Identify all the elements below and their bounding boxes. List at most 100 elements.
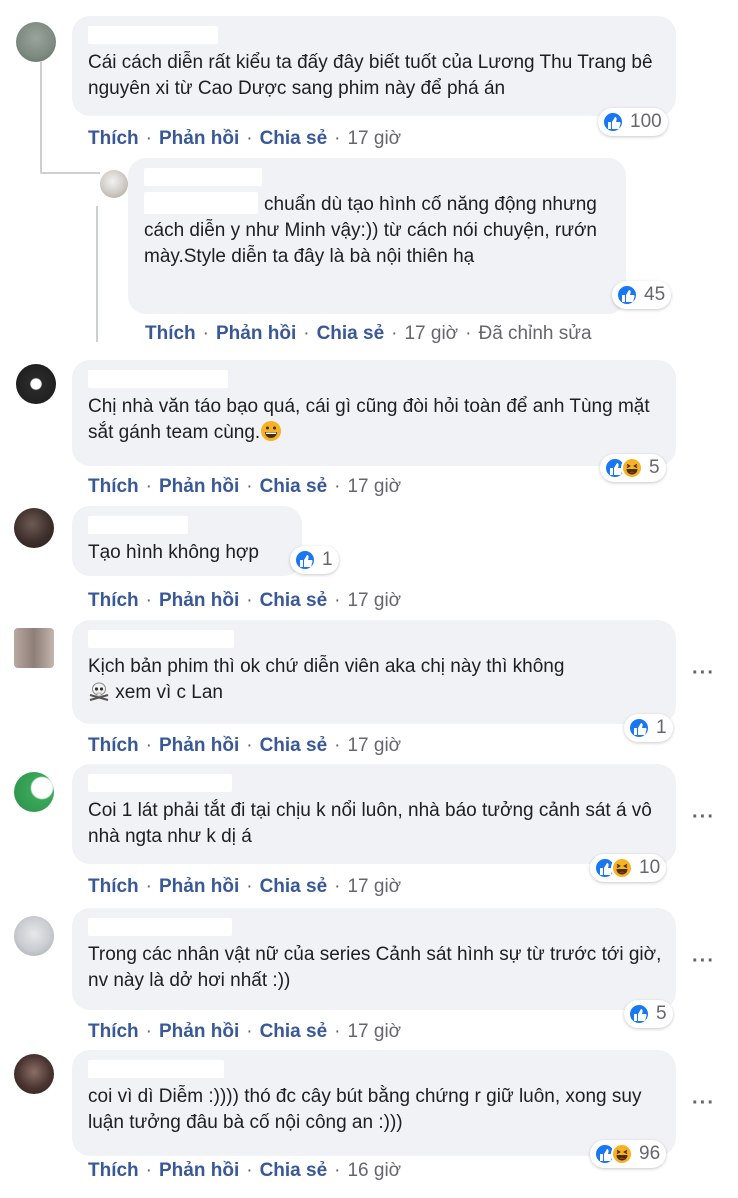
- haha-icon: [611, 1143, 633, 1165]
- timestamp[interactable]: 17 giờ: [347, 590, 401, 611]
- redacted-author-name: [88, 918, 232, 936]
- comment-bubble: Kịch bản phim thì ok chứ diễn viên aka c…: [72, 620, 676, 724]
- reply-button[interactable]: Phản hồi: [159, 876, 239, 897]
- reaction-count: 96: [639, 1143, 661, 1164]
- timestamp[interactable]: 17 giờ: [347, 1021, 401, 1042]
- share-button[interactable]: Chia sẻ: [260, 590, 328, 611]
- haha-icon: [621, 457, 643, 479]
- comment-actions: Thích · Phản hồi · Chia sẻ · 16 giờ: [88, 1160, 402, 1181]
- more-options-icon[interactable]: ···: [692, 950, 715, 973]
- more-options-icon[interactable]: ···: [692, 806, 715, 829]
- redacted-author-name: [88, 516, 188, 534]
- share-button[interactable]: Chia sẻ: [317, 323, 385, 344]
- comment-text: Tạo hình không hợp: [88, 542, 259, 563]
- avatar[interactable]: [16, 364, 56, 404]
- share-button[interactable]: Chia sẻ: [260, 128, 328, 149]
- reaction-summary[interactable]: 45: [612, 281, 672, 309]
- reaction-summary[interactable]: 1: [290, 546, 339, 574]
- comment-text: Kịch bản phim thì ok chứ diễn viên aka c…: [88, 654, 662, 710]
- avatar[interactable]: [14, 772, 54, 812]
- reply-button[interactable]: Phản hồi: [159, 1021, 239, 1042]
- thread-line: [40, 62, 42, 172]
- comment-bubble: Chị nhà văn táo bạo quá, cái gì cũng đòi…: [72, 360, 676, 466]
- comment-text: coi vì dì Diễm :)))) thó đc cây bút bằng…: [88, 1086, 642, 1133]
- reaction-summary[interactable]: 5: [624, 1000, 673, 1028]
- timestamp[interactable]: 17 giờ: [347, 735, 401, 756]
- timestamp[interactable]: 17 giờ: [347, 476, 401, 497]
- reaction-summary[interactable]: 100: [598, 108, 668, 136]
- thread-line-curve: [40, 172, 100, 174]
- share-button[interactable]: Chia sẻ: [260, 735, 328, 756]
- avatar[interactable]: [14, 916, 54, 956]
- share-button[interactable]: Chia sẻ: [260, 476, 328, 497]
- comment-text: Coi 1 lát phải tắt đi tại chịu k nổi luô…: [88, 800, 652, 847]
- reaction-summary[interactable]: 96: [590, 1140, 667, 1168]
- like-button[interactable]: Thích: [88, 476, 139, 497]
- like-button[interactable]: Thích: [145, 323, 196, 344]
- comment-bubble: coi vì dì Diễm :)))) thó đc cây bút bằng…: [72, 1050, 676, 1156]
- reply-button[interactable]: Phản hồi: [159, 590, 239, 611]
- like-icon: [616, 284, 638, 306]
- like-button[interactable]: Thích: [88, 1021, 139, 1042]
- redacted-author-name: [88, 370, 228, 388]
- more-options-icon[interactable]: ···: [692, 1092, 715, 1115]
- reaction-count: 1: [656, 717, 667, 738]
- timestamp[interactable]: 17 giờ: [347, 128, 401, 149]
- reply-button[interactable]: Phản hồi: [159, 1160, 239, 1181]
- reaction-count: 10: [639, 857, 661, 878]
- comment-bubble: chuẩn dù tạo hình cố năng động nhưng các…: [128, 158, 626, 314]
- reply-button[interactable]: Phản hồi: [159, 735, 239, 756]
- comment-bubble: Trong các nhân vật nữ của series Cảnh sá…: [72, 908, 676, 1010]
- skull-crossbones-icon: [88, 680, 110, 710]
- comment-actions: Thích · Phản hồi · Chia sẻ · 17 giờ: [88, 590, 402, 611]
- redacted-author-name: [88, 774, 232, 792]
- comment-bubble: Tạo hình không hợp: [72, 506, 302, 576]
- comment-actions: Thích · Phản hồi · Chia sẻ · 17 giờ: [88, 128, 402, 149]
- share-button[interactable]: Chia sẻ: [260, 1160, 328, 1181]
- thread-line: [96, 206, 98, 342]
- comment-bubble: Coi 1 lát phải tắt đi tại chịu k nổi luô…: [72, 764, 676, 864]
- like-button[interactable]: Thích: [88, 735, 139, 756]
- more-options-icon[interactable]: ···: [692, 662, 715, 685]
- reaction-summary[interactable]: 1: [624, 714, 673, 742]
- edited-label[interactable]: Đã chỉnh sửa: [478, 323, 591, 344]
- timestamp[interactable]: 16 giờ: [347, 1160, 401, 1181]
- like-button[interactable]: Thích: [88, 1160, 139, 1181]
- comment-actions: Thích · Phản hồi · Chia sẻ · 17 giờ: [88, 1021, 402, 1042]
- like-button[interactable]: Thích: [88, 876, 139, 897]
- timestamp[interactable]: 17 giờ: [404, 323, 458, 344]
- redacted-author-name: [144, 168, 262, 186]
- haha-icon: [611, 857, 633, 879]
- like-icon: [628, 717, 650, 739]
- reaction-count: 5: [649, 457, 660, 478]
- comment-actions: Thích · Phản hồi · Chia sẻ · 17 giờ: [88, 735, 402, 756]
- reaction-summary[interactable]: 5: [600, 454, 666, 482]
- share-button[interactable]: Chia sẻ: [260, 876, 328, 897]
- avatar[interactable]: [14, 1054, 54, 1094]
- like-button[interactable]: Thích: [88, 128, 139, 149]
- comment-actions: Thích · Phản hồi · Chia sẻ · 17 giờ: [88, 876, 402, 897]
- timestamp[interactable]: 17 giờ: [347, 876, 401, 897]
- redacted-author-name: [88, 26, 218, 44]
- grinning-emoji-icon: [260, 420, 282, 450]
- avatar[interactable]: [16, 22, 56, 62]
- redacted-author-name: [88, 630, 234, 648]
- reply-button[interactable]: Phản hồi: [216, 323, 296, 344]
- avatar[interactable]: [14, 508, 54, 548]
- avatar[interactable]: [100, 170, 128, 198]
- comment-text: Trong các nhân vật nữ của series Cảnh sá…: [88, 944, 662, 991]
- reaction-summary[interactable]: 10: [590, 854, 667, 882]
- share-button[interactable]: Chia sẻ: [260, 1021, 328, 1042]
- comment-text: Chị nhà văn táo bạo quá, cái gì cũng đòi…: [88, 394, 662, 450]
- reply-button[interactable]: Phản hồi: [159, 476, 239, 497]
- comment-text: Cái cách diễn rất kiểu ta đấy đây biết t…: [88, 52, 653, 99]
- like-icon: [294, 549, 316, 571]
- reaction-count: 5: [656, 1003, 667, 1024]
- avatar[interactable]: [14, 628, 54, 668]
- like-icon: [602, 111, 624, 133]
- like-button[interactable]: Thích: [88, 590, 139, 611]
- reply-button[interactable]: Phản hồi: [159, 128, 239, 149]
- comment-actions: Thích · Phản hồi · Chia sẻ · 17 giờ · Đã chỉnh s…: [145, 323, 592, 344]
- comment-bubble: Cái cách diễn rất kiểu ta đấy đây biết t…: [72, 16, 676, 116]
- redacted-mention: [144, 192, 258, 214]
